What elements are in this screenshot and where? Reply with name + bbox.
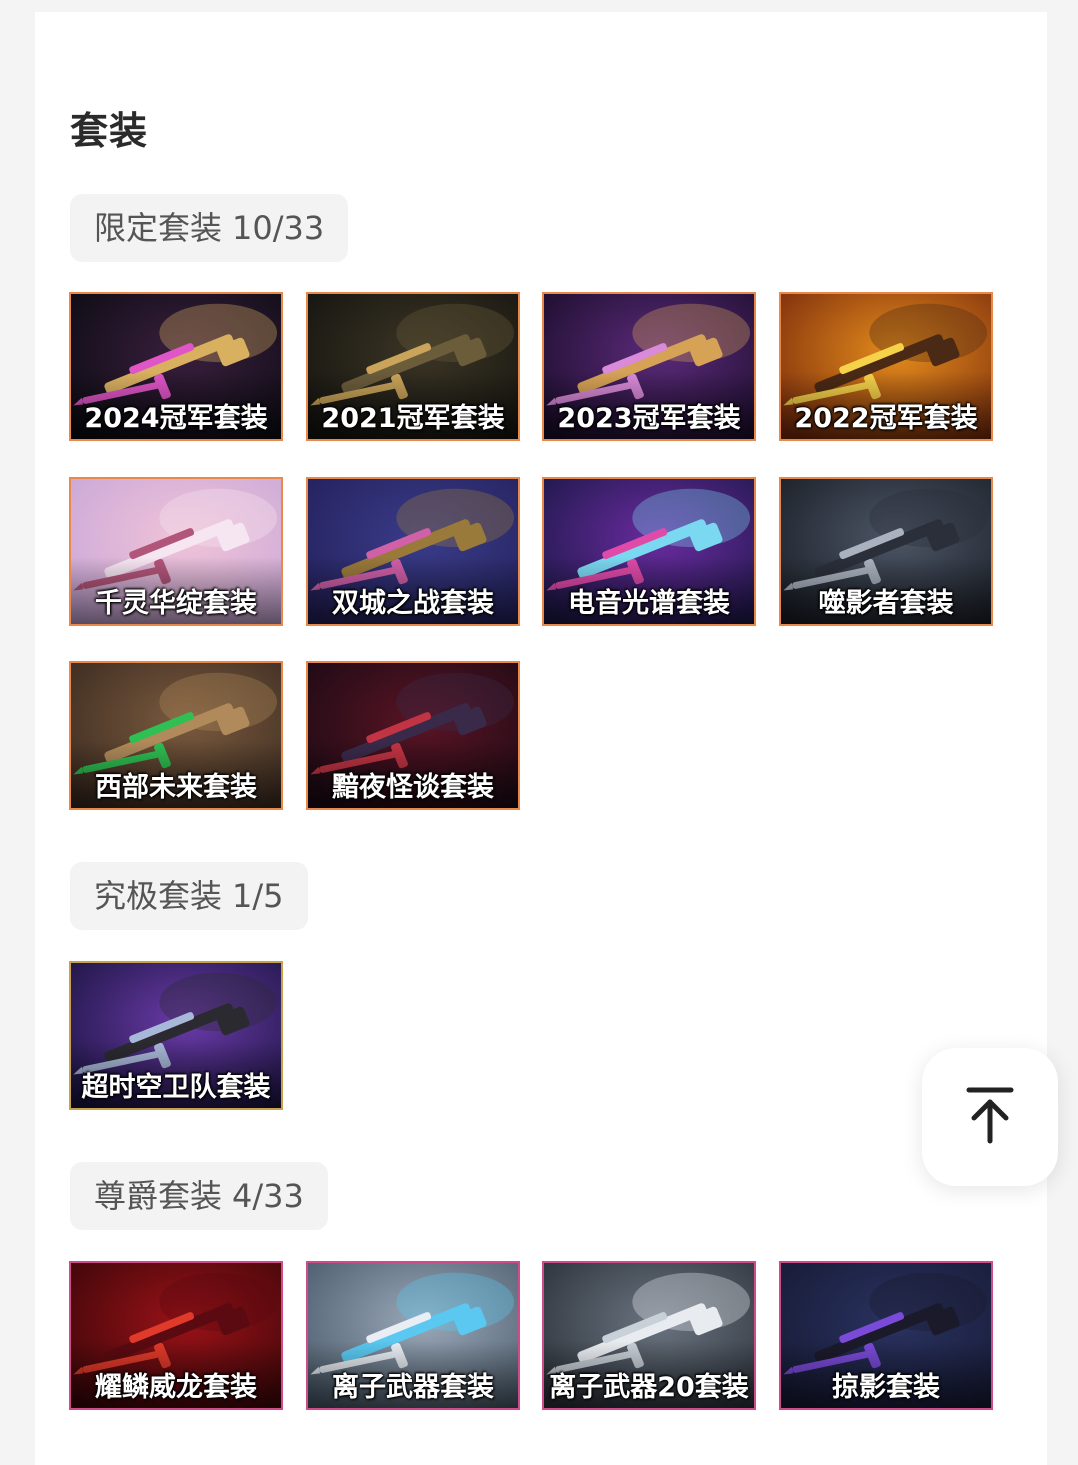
- section-tag-premium[interactable]: 尊爵套装 4/33: [70, 1162, 328, 1230]
- bundle-name: 离子武器套装: [332, 1372, 494, 1403]
- section-tag-limited[interactable]: 限定套装 10/33: [70, 194, 349, 262]
- bundle-name: 2023冠军套装: [557, 403, 741, 434]
- arrow-up-icon: [966, 1086, 1014, 1148]
- section-tag-ultimate[interactable]: 究极套装 1/5: [70, 862, 308, 930]
- bundle-name: 双城之战套装: [332, 588, 494, 619]
- bundle-tile[interactable]: 离子武器20套装: [542, 1261, 756, 1410]
- bundle-tile[interactable]: 2024冠军套装: [69, 292, 283, 441]
- bundle-tile[interactable]: 千灵华绽套装: [69, 477, 283, 626]
- bundle-tile[interactable]: 双城之战套装: [306, 477, 520, 626]
- bundle-tile[interactable]: 离子武器套装: [306, 1261, 520, 1410]
- bundle-name: 黯夜怪谈套装: [332, 772, 494, 803]
- section-label: 究极套装: [94, 877, 223, 915]
- ultimate-bundles-grid: 超时空卫队套装: [69, 961, 993, 1113]
- bundle-name: 西部未来套装: [95, 772, 257, 803]
- bundle-tile[interactable]: 2022冠军套装: [779, 292, 993, 441]
- section-count: 1/5: [232, 877, 284, 915]
- section-label: 尊爵套装: [94, 1177, 223, 1215]
- bundle-tile[interactable]: 西部未来套装: [69, 661, 283, 810]
- premium-bundles-grid: 耀鳞威龙套装 离子武器套装 离子武器20套装 掠影套装: [69, 1261, 993, 1413]
- section-label: 限定套装: [94, 209, 223, 247]
- bundle-tile[interactable]: 超时空卫队套装: [69, 961, 283, 1110]
- section-count: 10/33: [232, 209, 325, 247]
- bundle-name: 电音光谱套装: [568, 588, 730, 619]
- bundle-tile[interactable]: 2021冠军套装: [306, 292, 520, 441]
- bundle-name: 千灵华绽套装: [95, 588, 257, 619]
- section-count: 4/33: [232, 1177, 304, 1215]
- bundle-name: 离子武器20套装: [549, 1372, 749, 1403]
- bundle-tile[interactable]: 噬影者套装: [779, 477, 993, 626]
- bundle-tile[interactable]: 掠影套装: [779, 1261, 993, 1410]
- bundle-tile[interactable]: 2023冠军套装: [542, 292, 756, 441]
- bundle-name: 掠影套装: [832, 1372, 940, 1403]
- back-to-top-button[interactable]: [922, 1048, 1058, 1186]
- bundle-name: 2021冠军套装: [321, 403, 505, 434]
- bundle-tile[interactable]: 电音光谱套装: [542, 477, 756, 626]
- bundle-name: 超时空卫队套装: [81, 1072, 271, 1103]
- bundle-name: 2024冠军套装: [84, 403, 268, 434]
- bundle-tile[interactable]: 耀鳞威龙套装: [69, 1261, 283, 1410]
- bundle-name: 2022冠军套装: [794, 403, 978, 434]
- bundle-name: 耀鳞威龙套装: [95, 1372, 257, 1403]
- limited-bundles-grid: 2024冠军套装 2021冠军套装 2023冠军套装 2022冠军套装千灵华绽套装 双城…: [69, 292, 993, 812]
- bundle-name: 噬影者套装: [818, 588, 954, 619]
- bundle-tile[interactable]: 黯夜怪谈套装: [306, 661, 520, 810]
- page-title: 套装: [70, 109, 149, 153]
